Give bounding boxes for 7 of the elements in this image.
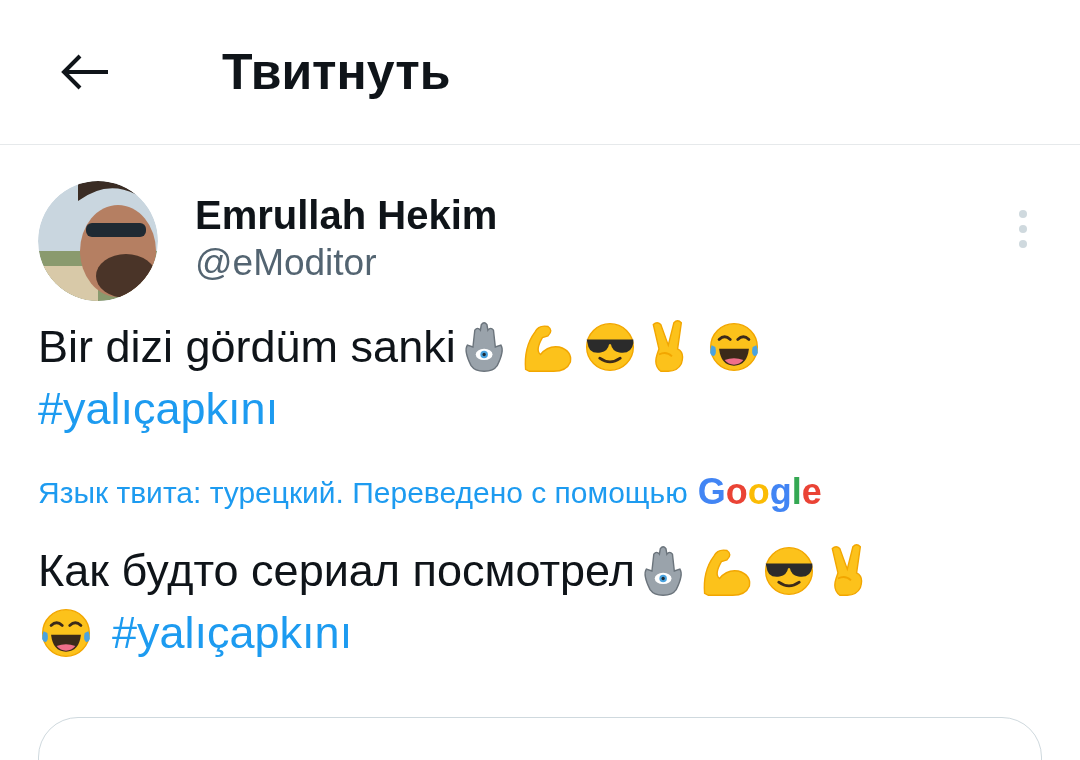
tweet-text: Bir dizi gördüm sanki	[38, 320, 456, 375]
author-handle[interactable]: @eModitor	[195, 239, 498, 287]
translation-note: Язык твита: турецкий. Переведено с помощью	[38, 474, 688, 511]
google-logo: Google	[697, 470, 822, 514]
page-title: Твитнуть	[222, 42, 451, 102]
author-name[interactable]: Emrullah Hekim	[195, 191, 498, 239]
translated-text: Как будто сериал посмотрел	[38, 544, 635, 599]
